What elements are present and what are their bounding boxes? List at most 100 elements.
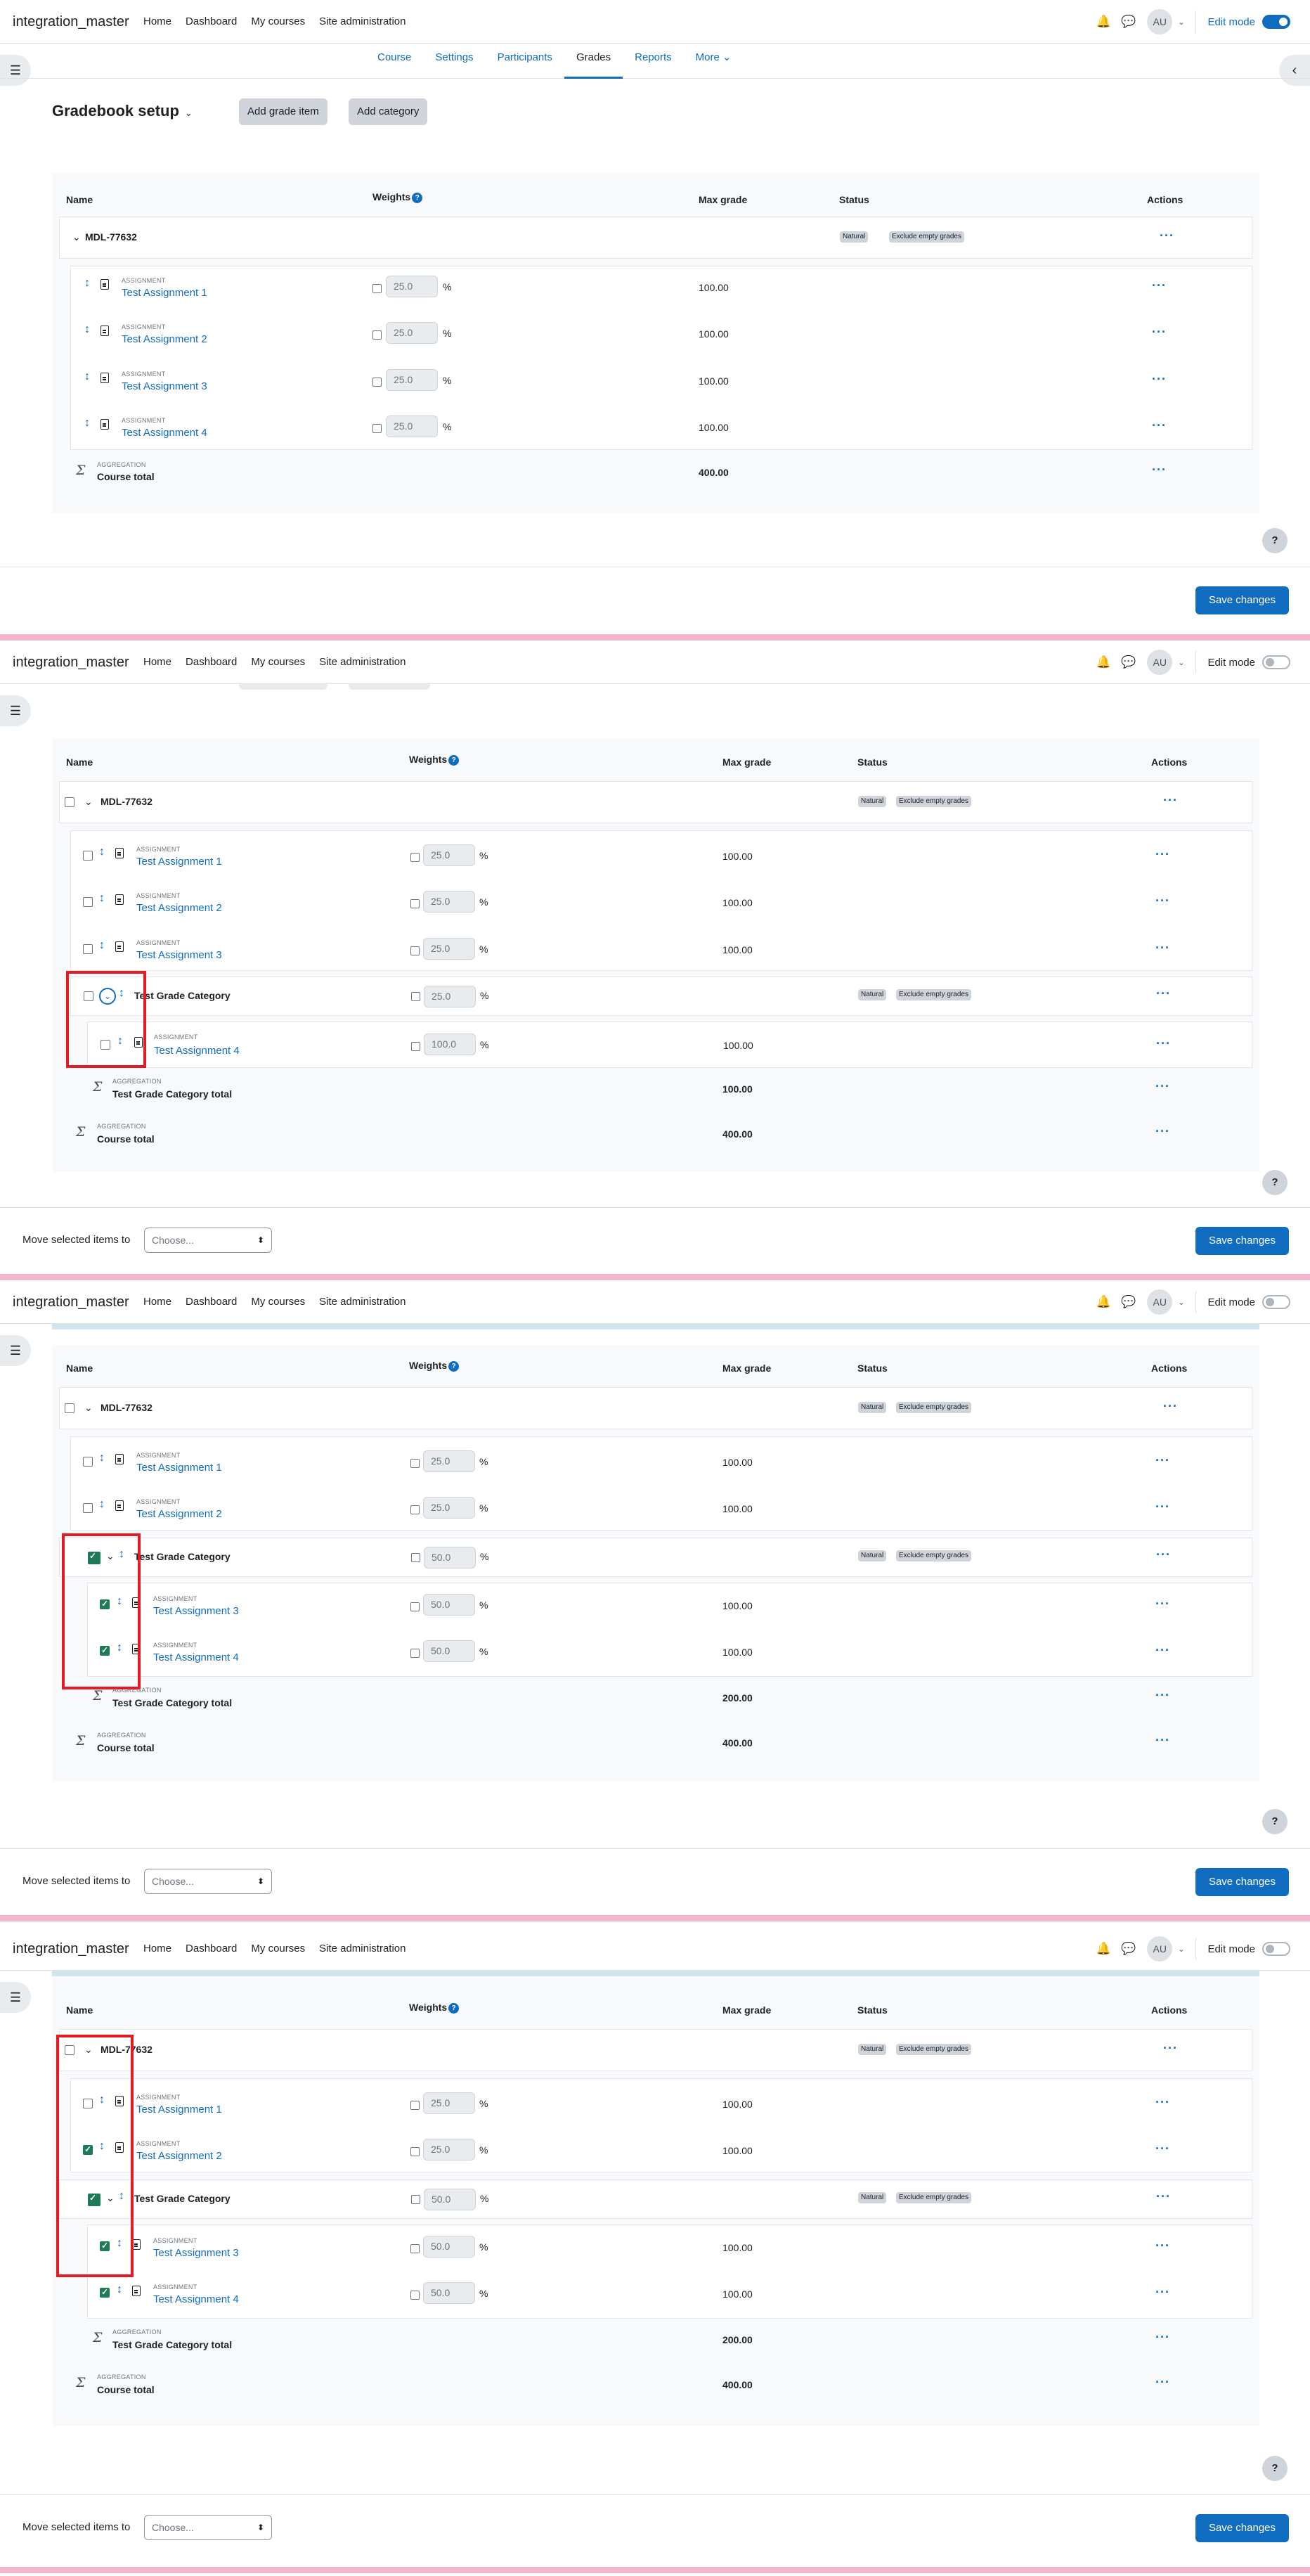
- nav-home[interactable]: Home: [143, 1943, 171, 1954]
- move-icon[interactable]: ↕: [99, 1498, 105, 1511]
- weight-override-checkbox[interactable]: [410, 2101, 420, 2110]
- add-grade-item-button[interactable]: Add grade item: [239, 98, 328, 125]
- weight-override-checkbox[interactable]: [410, 1505, 420, 1514]
- move-target-select[interactable]: Choose...: [144, 1869, 272, 1894]
- tab-grades[interactable]: Grades: [564, 44, 623, 79]
- actions-menu-icon[interactable]: ···: [1163, 2041, 1178, 2056]
- weight-override-checkbox[interactable]: [372, 378, 382, 387]
- weight-input[interactable]: 100.0: [424, 1033, 476, 1055]
- weight-input[interactable]: 25.0: [423, 2092, 475, 2114]
- chevron-down-icon[interactable]: ⌄: [1178, 1298, 1184, 1307]
- select-checkbox[interactable]: [83, 944, 93, 954]
- actions-menu-icon[interactable]: ···: [1155, 2142, 1170, 2156]
- weight-input[interactable]: 25.0: [423, 2139, 475, 2160]
- weight-override-checkbox[interactable]: [410, 1649, 420, 1658]
- course-index-icon[interactable]: ☰: [0, 1982, 31, 2013]
- item-link[interactable]: Test Assignment 2: [122, 333, 207, 345]
- chevron-down-icon[interactable]: ⌄: [1178, 658, 1184, 667]
- bell-icon[interactable]: 🔔: [1096, 15, 1111, 29]
- actions-menu-icon[interactable]: ···: [1155, 2095, 1170, 2110]
- edit-mode-toggle[interactable]: [1262, 1942, 1290, 1956]
- actions-menu-icon[interactable]: ···: [1156, 986, 1171, 1001]
- weight-override-checkbox[interactable]: [410, 853, 420, 862]
- select-checkbox[interactable]: [83, 897, 93, 907]
- weight-input[interactable]: 25.0: [423, 938, 475, 960]
- move-icon[interactable]: ↕: [117, 2284, 122, 2296]
- actions-menu-icon[interactable]: ···: [1155, 1079, 1170, 1094]
- save-changes-button[interactable]: Save changes: [1195, 2514, 1289, 2542]
- avatar[interactable]: AU: [1147, 9, 1173, 34]
- actions-menu-icon[interactable]: ···: [1155, 1124, 1170, 1139]
- nav-site-admin[interactable]: Site administration: [319, 656, 406, 668]
- item-link[interactable]: Test Assignment 4: [153, 2293, 239, 2305]
- chat-icon[interactable]: 💬: [1121, 655, 1136, 669]
- weight-input[interactable]: 25.0: [386, 416, 438, 437]
- nav-dashboard[interactable]: Dashboard: [186, 1296, 237, 1308]
- actions-menu-icon[interactable]: ···: [1152, 372, 1167, 387]
- weight-input[interactable]: 25.0: [423, 891, 475, 913]
- weight-input[interactable]: 25.0: [423, 1497, 475, 1519]
- actions-menu-icon[interactable]: ···: [1163, 1399, 1178, 1414]
- site-name[interactable]: integration_master: [13, 655, 129, 671]
- nav-home[interactable]: Home: [143, 656, 171, 668]
- actions-menu-icon[interactable]: ···: [1155, 1597, 1170, 1611]
- nav-dashboard[interactable]: Dashboard: [186, 1943, 237, 1954]
- item-link[interactable]: Test Assignment 4: [154, 1045, 240, 1057]
- weight-input[interactable]: 50.0: [423, 2282, 475, 2304]
- chat-icon[interactable]: 💬: [1121, 15, 1136, 29]
- nav-my-courses[interactable]: My courses: [251, 15, 305, 27]
- actions-menu-icon[interactable]: ···: [1152, 278, 1167, 293]
- select-checkbox[interactable]: [83, 1457, 93, 1467]
- move-icon[interactable]: ↕: [84, 371, 90, 383]
- select-checkbox[interactable]: [100, 2287, 110, 2298]
- weight-override-checkbox[interactable]: [372, 330, 382, 340]
- select-checkbox[interactable]: [65, 797, 74, 807]
- avatar[interactable]: AU: [1147, 650, 1173, 675]
- actions-menu-icon[interactable]: ···: [1155, 941, 1170, 955]
- item-link[interactable]: Test Assignment 3: [136, 949, 222, 961]
- course-index-icon[interactable]: ☰: [0, 1335, 31, 1366]
- actions-menu-icon[interactable]: ···: [1155, 1688, 1170, 1703]
- item-link[interactable]: Test Assignment 4: [122, 427, 207, 439]
- edit-mode-toggle[interactable]: [1262, 655, 1290, 669]
- actions-menu-icon[interactable]: ···: [1156, 1036, 1171, 1051]
- help-icon[interactable]: ?: [448, 754, 460, 766]
- move-target-select[interactable]: Choose...: [144, 2515, 272, 2540]
- site-name[interactable]: integration_master: [13, 1941, 129, 1957]
- move-icon[interactable]: ↕: [99, 939, 105, 952]
- actions-menu-icon[interactable]: ···: [1155, 1500, 1170, 1514]
- weight-input[interactable]: 25.0: [386, 369, 438, 391]
- weight-input[interactable]: 50.0: [423, 1640, 475, 1662]
- help-icon[interactable]: ?: [412, 192, 423, 203]
- item-link[interactable]: Test Assignment 3: [153, 2247, 239, 2259]
- save-changes-button[interactable]: Save changes: [1195, 1227, 1289, 1255]
- avatar[interactable]: AU: [1147, 1936, 1173, 1962]
- bell-icon[interactable]: 🔔: [1096, 1295, 1111, 1309]
- select-checkbox[interactable]: [65, 1403, 74, 1413]
- select-checkbox[interactable]: [83, 1503, 93, 1513]
- actions-menu-icon[interactable]: ···: [1155, 2375, 1170, 2390]
- nav-site-admin[interactable]: Site administration: [319, 15, 406, 27]
- nav-dashboard[interactable]: Dashboard: [186, 656, 237, 668]
- actions-menu-icon[interactable]: ···: [1155, 1733, 1170, 1748]
- move-target-select[interactable]: Choose...: [144, 1228, 272, 1253]
- help-icon[interactable]: ?: [448, 1360, 460, 1372]
- item-link[interactable]: Test Assignment 3: [153, 1605, 239, 1617]
- weight-input[interactable]: 25.0: [423, 844, 475, 866]
- avatar[interactable]: AU: [1147, 1289, 1173, 1315]
- chevron-down-icon[interactable]: ⌄: [84, 796, 93, 808]
- move-icon[interactable]: ↕: [84, 277, 90, 290]
- edit-mode-toggle[interactable]: [1262, 15, 1290, 29]
- weight-override-checkbox[interactable]: [411, 1553, 420, 1562]
- actions-menu-icon[interactable]: ···: [1152, 463, 1167, 477]
- weight-override-checkbox[interactable]: [410, 1602, 420, 1611]
- nav-my-courses[interactable]: My courses: [251, 1296, 305, 1308]
- item-link[interactable]: Test Assignment 4: [153, 1651, 239, 1663]
- nav-site-admin[interactable]: Site administration: [319, 1943, 406, 1954]
- chevron-down-icon[interactable]: ⌄: [1178, 18, 1184, 27]
- weight-override-checkbox[interactable]: [411, 1042, 420, 1051]
- add-category-button[interactable]: Add category: [349, 98, 428, 125]
- nav-my-courses[interactable]: My courses: [251, 656, 305, 668]
- nav-site-admin[interactable]: Site administration: [319, 1296, 406, 1308]
- actions-menu-icon[interactable]: ···: [1156, 1547, 1171, 1562]
